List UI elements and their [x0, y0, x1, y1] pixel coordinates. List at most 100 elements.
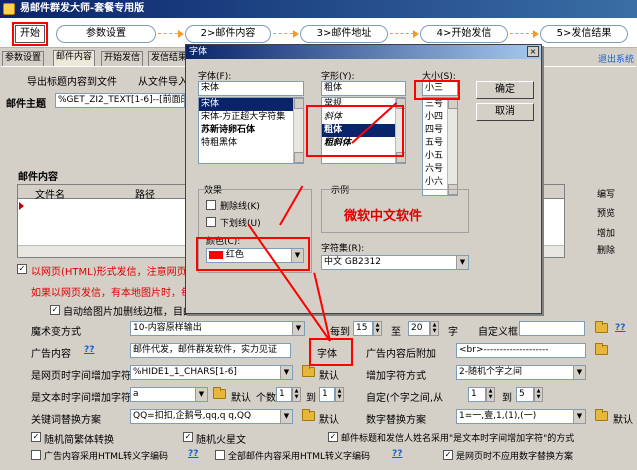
step-arrow [390, 33, 414, 34]
tab-content[interactable]: 邮件内容 [53, 50, 96, 66]
tab-result[interactable]: 发信结果 [148, 51, 191, 66]
cancel-button[interactable]: 取消 [476, 103, 534, 121]
ad-escape-checkbox[interactable] [31, 450, 41, 460]
charset-value: 中文 GB2312 [324, 257, 381, 267]
charset-select[interactable]: 中文 GB2312 ▼ [321, 255, 469, 270]
sample-text: 微软中文软件 [344, 209, 423, 224]
auto-border-checkbox[interactable]: ✓ [50, 305, 60, 315]
font-list-item[interactable]: 特粗黑体 [199, 137, 303, 150]
insert-random-select[interactable]: %HIDE1_1_CHARS[1-6] ▼ [130, 365, 293, 380]
chevron-down-icon: ▼ [573, 366, 585, 379]
per-to-input[interactable]: 20 [408, 321, 430, 336]
magic-select[interactable]: 10-内容原样输出 ▼ [130, 321, 305, 336]
between-select[interactable]: 2-随机个字之间 ▼ [456, 365, 586, 380]
keyword-select[interactable]: QQ=扣扣,企鹅号,qq,q q,QQ ▼ [130, 409, 293, 424]
step-params-button[interactable]: 参数设置 [56, 25, 156, 43]
ad-help-link[interactable]: ?? [84, 345, 94, 355]
keyword-value: QQ=扣扣,企鹅号,qq,q q,QQ [133, 411, 252, 421]
window-title: 易邮件群发大师-套餐专用版 [20, 3, 145, 14]
app-icon [3, 3, 15, 15]
folder-icon[interactable] [213, 387, 226, 399]
count-to-input[interactable]: 1 [319, 387, 335, 402]
count-from-spinner[interactable]: ▲ ▼ [292, 387, 301, 402]
delete-button[interactable]: 删除 [597, 243, 615, 256]
sender-same-label: 邮件标题和发信人姓名采用"是文本时字间增加字符"的方式 [341, 434, 575, 444]
font-list-item[interactable]: 苏新诗卵石体 [199, 124, 303, 137]
tab-params[interactable]: 参数设置 [2, 51, 45, 66]
grid-col-path: 路径 [135, 190, 155, 201]
row-pointer-icon [19, 202, 24, 210]
text-default-label[interactable]: 默认 [231, 389, 251, 404]
all-escape-checkbox[interactable] [215, 450, 225, 460]
folder-icon[interactable] [302, 409, 315, 421]
number-value: 1=一,壹,1,(1),(一) [459, 411, 537, 421]
no-number-checkbox[interactable]: ✓ [443, 450, 453, 460]
count-label: 个数 [256, 393, 276, 404]
step-arrow-head [178, 30, 184, 38]
chevron-down-icon: ▼ [456, 256, 468, 269]
random-star-checkbox[interactable]: ✓ [183, 432, 193, 442]
size-list[interactable]: 三号 小四 四号 五号 小五 六号 小六 [422, 97, 458, 196]
custom-from-spinner[interactable]: ▲ ▼ [486, 387, 495, 402]
help-link[interactable]: ?? [615, 323, 625, 333]
step-address-button[interactable]: 3>邮件地址 [300, 25, 388, 43]
font-list[interactable]: 宋体 宋体-方正超大字符集 苏新诗卵石体 特粗黑体 [198, 97, 304, 164]
custom-to-spinner[interactable]: ▲ ▼ [534, 387, 543, 402]
subject-input[interactable]: %GET_ZI2_TEXT[1-6]--[前面的 [55, 93, 185, 108]
size-list-scrollbar[interactable] [447, 98, 457, 195]
step-send-button[interactable]: 4>开始发信 [420, 25, 508, 43]
ok-button[interactable]: 确定 [476, 81, 534, 99]
font-button-highlight [309, 338, 353, 366]
html-send-checkbox[interactable]: ✓ [17, 264, 27, 274]
number-default-label[interactable]: 默认 [613, 411, 633, 426]
step-result-button[interactable]: 5>发信结果 [540, 25, 628, 43]
insert-default-label[interactable]: 默认 [319, 367, 339, 382]
all-escape-help-link[interactable]: ?? [392, 449, 402, 459]
edit-button[interactable]: 编写 [597, 187, 615, 200]
ad-after-input[interactable]: <br>-------------------- [456, 343, 586, 358]
style-input[interactable]: 粗体 [321, 81, 406, 96]
style-highlight [306, 105, 404, 157]
number-select[interactable]: 1=一,壹,1,(1),(一) ▼ [456, 409, 586, 424]
per-unit: 字 [448, 327, 458, 338]
insert-random-label: 是网页时字间增加字符 [31, 371, 131, 382]
font-dialog: 字体 × 字体(F): 宋体 宋体 宋体-方正超大字符集 苏新诗卵石体 特粗黑体… [185, 44, 542, 314]
ad-label: 广告内容 [31, 349, 71, 360]
font-dialog-title: 字体 [186, 45, 541, 59]
per-from-spinner[interactable]: ▲ ▼ [373, 321, 382, 336]
preview-button[interactable]: 预览 [597, 206, 615, 219]
add-button[interactable]: 增加 [597, 226, 615, 239]
font-list-item[interactable]: 宋体 [199, 98, 303, 111]
underline-checkbox[interactable] [206, 217, 216, 227]
number-label: 数字替换方案 [366, 415, 426, 426]
folder-icon[interactable] [595, 343, 608, 355]
chevron-down-icon: ▼ [280, 410, 292, 423]
close-icon[interactable]: × [527, 46, 539, 57]
count-from-input[interactable]: 1 [276, 387, 292, 402]
random-simplified-checkbox[interactable]: ✓ [31, 432, 41, 442]
text-random-select[interactable]: a ▼ [130, 387, 208, 402]
define-input[interactable] [519, 321, 585, 336]
exit-link[interactable]: 退出系统 [598, 52, 634, 65]
folder-icon[interactable] [595, 321, 608, 333]
keyword-default-label[interactable]: 默认 [319, 411, 339, 426]
chevron-down-icon: ▼ [573, 410, 585, 423]
font-input[interactable]: 宋体 [198, 81, 304, 96]
magic-label: 魔术变方式 [31, 327, 81, 338]
ad-escape-help-link[interactable]: ?? [188, 449, 198, 459]
per-to-spinner[interactable]: ▲ ▼ [430, 321, 439, 336]
folder-icon[interactable] [302, 365, 315, 377]
font-list-scrollbar[interactable] [293, 98, 303, 163]
count-to-spinner[interactable]: ▲ ▼ [335, 387, 344, 402]
sender-same-checkbox[interactable]: ✓ [328, 432, 338, 442]
font-list-item[interactable]: 宋体-方正超大字符集 [199, 111, 303, 124]
strike-checkbox[interactable] [206, 200, 216, 210]
folder-icon[interactable] [595, 409, 608, 421]
custom-from-input[interactable]: 1 [468, 387, 486, 402]
tab-start[interactable]: 开始发信 [101, 51, 144, 66]
per-from-input[interactable]: 15 [353, 321, 373, 336]
export-title-link[interactable]: 导出标题内容到文件 [27, 73, 117, 88]
step-content-button[interactable]: 2>邮件内容 [185, 25, 271, 43]
ad-input[interactable]: 邮件代发，邮件群发软件，实力见证 [130, 343, 291, 358]
custom-to-input[interactable]: 5 [516, 387, 534, 402]
